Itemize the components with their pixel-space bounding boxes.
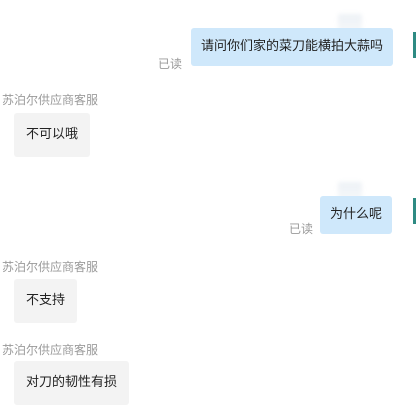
sender-name: 苏泊尔供应商客服 — [2, 343, 99, 357]
incoming-message-bubble[interactable]: 不可以哦 — [14, 113, 91, 157]
outgoing-message-bubble[interactable]: 请问你们家的菜刀能横拍大蒜吗 — [191, 28, 394, 66]
message-text: 为什么呢 — [330, 207, 383, 222]
message-text: 对刀的韧性有损 — [26, 375, 118, 390]
read-status: 已读 — [158, 57, 183, 71]
chat-window: 请问你们家的菜刀能横拍大蒜吗 已读 苏泊尔供应商客服 不可以哦 为什么呢 已读 … — [0, 0, 416, 409]
incoming-message-bubble[interactable]: 不支持 — [14, 279, 78, 323]
message-text: 不可以哦 — [26, 127, 79, 142]
read-status: 已读 — [289, 222, 314, 236]
outgoing-message-bubble[interactable]: 为什么呢 — [320, 196, 393, 234]
message-text: 请问你们家的菜刀能横拍大蒜吗 — [201, 39, 384, 54]
sender-name: 苏泊尔供应商客服 — [2, 93, 99, 107]
sender-name: 苏泊尔供应商客服 — [2, 260, 99, 274]
incoming-message-bubble[interactable]: 对刀的韧性有损 — [14, 361, 130, 405]
message-text: 不支持 — [26, 293, 66, 308]
